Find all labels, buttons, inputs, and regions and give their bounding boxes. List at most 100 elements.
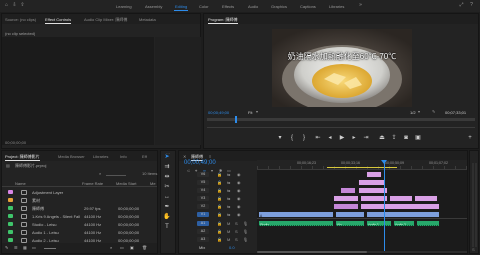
mute-icon[interactable]: M <box>227 221 230 226</box>
track-label[interactable]: V2 <box>197 203 209 209</box>
import-icon[interactable]: ⇩ <box>11 2 18 9</box>
play-icon[interactable]: ▶ <box>338 134 346 142</box>
comparison-view-icon[interactable]: ▣ <box>414 134 422 142</box>
wrench-icon[interactable]: ✎ <box>432 109 435 114</box>
new-bin-icon[interactable]: ▭ <box>120 245 124 250</box>
audio-clip[interactable]: Audio 1 <box>366 220 392 227</box>
video-clip[interactable]: A <box>258 211 334 218</box>
tab-effects[interactable]: Eff <box>142 154 147 159</box>
quality-dropdown[interactable]: 1/2 <box>410 110 416 115</box>
adjustment-clip[interactable] <box>333 203 359 210</box>
label-color-swatch[interactable] <box>8 230 13 234</box>
tab-project[interactable]: Project: 陳師傅影片 <box>5 154 40 161</box>
work-area-bar[interactable] <box>327 167 397 168</box>
type-tool-icon[interactable]: T <box>163 223 171 231</box>
tab-metadata[interactable]: Metadata <box>139 17 156 22</box>
sync-icon[interactable]: ⇆ <box>227 196 230 201</box>
program-playhead[interactable] <box>235 116 237 123</box>
workspace-libraries[interactable]: Libraries <box>329 4 344 9</box>
pen-tool-icon[interactable]: ✒ <box>163 203 171 211</box>
timeline-timecode[interactable]: 00;00;49;00 <box>184 160 216 166</box>
audio-clip[interactable]: Alo... <box>335 220 365 227</box>
go-to-out-icon[interactable]: ⇥ <box>362 134 370 142</box>
label-color-swatch[interactable] <box>8 214 13 218</box>
eye-icon[interactable]: ◉ <box>237 188 241 193</box>
step-forward-icon[interactable]: ▸ <box>350 134 358 142</box>
adjustment-clip[interactable] <box>366 171 382 178</box>
sync-icon[interactable]: ⇆ <box>227 172 230 177</box>
workspace-color[interactable]: Color <box>199 4 209 9</box>
tab-effect-controls[interactable]: Effect Controls <box>45 17 72 24</box>
program-timecode[interactable]: 00;00;49;00 <box>208 110 229 115</box>
add-marker-icon[interactable]: ▾ <box>276 134 284 142</box>
solo-icon[interactable]: S <box>235 229 238 234</box>
help-icon[interactable]: ? <box>468 2 475 9</box>
video-clip[interactable] <box>335 211 365 218</box>
eye-icon[interactable]: ◉ <box>237 212 241 217</box>
export-frame-icon[interactable]: ◙ <box>402 134 410 142</box>
go-to-in-icon[interactable]: ⇤ <box>314 134 322 142</box>
timeline-ruler[interactable]: 00;00;16;23 00;00;33;16 00;00;50;09 00;0… <box>257 160 467 170</box>
column-media-start[interactable]: Media Start <box>116 181 136 186</box>
tab-info[interactable]: Info <box>120 154 127 159</box>
audio-clip[interactable]: Studio <box>258 220 334 227</box>
workspace-audio[interactable]: Audio <box>248 4 258 9</box>
tab-program[interactable]: Program: 陳師傅 <box>208 17 238 24</box>
eye-icon[interactable]: ◉ <box>237 180 241 185</box>
lock-icon[interactable]: 🔒 <box>217 172 222 177</box>
column-frame-rate[interactable]: Frame Rate <box>82 181 103 186</box>
track-label[interactable]: V4 <box>197 187 209 193</box>
column-media-end[interactable]: Me <box>150 181 156 186</box>
adjustment-clip[interactable] <box>389 195 413 202</box>
tab-media-browser[interactable]: Media Browser <box>58 154 85 159</box>
workspace-captions[interactable]: Captions <box>300 4 316 9</box>
audio-clip[interactable] <box>416 220 440 227</box>
extract-icon[interactable]: ⇪ <box>390 134 398 142</box>
timeline-horizontal-scrollbar[interactable] <box>257 251 467 253</box>
lock-icon[interactable]: 🔒 <box>217 229 222 234</box>
audio-clip[interactable]: Audio 2 <box>393 220 415 227</box>
workspace-learning[interactable]: Learning <box>116 4 132 9</box>
button-editor-icon[interactable]: + <box>466 134 474 142</box>
track-label[interactable]: A2 <box>197 228 209 234</box>
home-icon[interactable]: ⌂ <box>3 2 10 9</box>
track-label[interactable]: V5 <box>197 179 209 185</box>
step-back-icon[interactable]: ◂ <box>326 134 334 142</box>
timeline-menu-icon[interactable]: ≡ <box>209 154 211 159</box>
program-zoom-bar[interactable] <box>207 127 475 128</box>
full-screen-icon[interactable]: ⤢ <box>458 2 465 9</box>
track-select-tool-icon[interactable]: ⇉ <box>163 163 171 171</box>
solo-meter-icon[interactable]: S <box>472 247 475 252</box>
lift-icon[interactable]: ⏏ <box>378 134 386 142</box>
mark-in-icon[interactable]: { <box>288 134 296 142</box>
find-icon[interactable]: ⌕ <box>110 245 112 250</box>
lock-icon[interactable]: 🔒 <box>217 237 222 242</box>
timeline-close-icon[interactable]: ✕ <box>183 154 186 159</box>
ripple-edit-tool-icon[interactable]: ⇹ <box>163 173 171 181</box>
eye-icon[interactable]: ◉ <box>237 204 241 209</box>
slip-tool-icon[interactable]: ↔ <box>163 193 171 201</box>
scrollbar-thumb[interactable] <box>257 251 367 253</box>
sync-icon[interactable]: ⇆ <box>227 204 230 209</box>
mic-icon[interactable]: 🎙 <box>243 237 248 242</box>
column-name[interactable]: Name <box>15 181 26 186</box>
tab-source[interactable]: Source: (no clips) <box>5 17 36 22</box>
mic-icon[interactable]: 🎙 <box>243 229 248 234</box>
solo-icon[interactable]: S <box>235 237 238 242</box>
search-input[interactable] <box>106 171 126 176</box>
label-color-swatch[interactable] <box>8 222 13 226</box>
export-icon[interactable]: ⇧ <box>19 2 26 9</box>
list-view-icon[interactable]: ☰ <box>14 245 18 250</box>
sync-icon[interactable]: ⇆ <box>227 180 230 185</box>
workspace-editing[interactable]: Editing <box>173 4 189 11</box>
mute-icon[interactable]: M <box>227 229 230 234</box>
project-item[interactable]: Studio - Leisu 44100 Hz 00;00;00;00 <box>4 220 158 228</box>
video-clip[interactable] <box>366 211 440 218</box>
new-item-icon[interactable]: ▣ <box>130 245 134 250</box>
eye-icon[interactable]: ◉ <box>237 196 241 201</box>
label-color-swatch[interactable] <box>8 190 13 194</box>
freeform-view-icon[interactable]: ▭ <box>32 245 36 250</box>
program-time-ruler[interactable] <box>207 118 475 121</box>
zoom-slider[interactable] <box>44 247 56 249</box>
adjustment-clip[interactable] <box>360 203 440 210</box>
